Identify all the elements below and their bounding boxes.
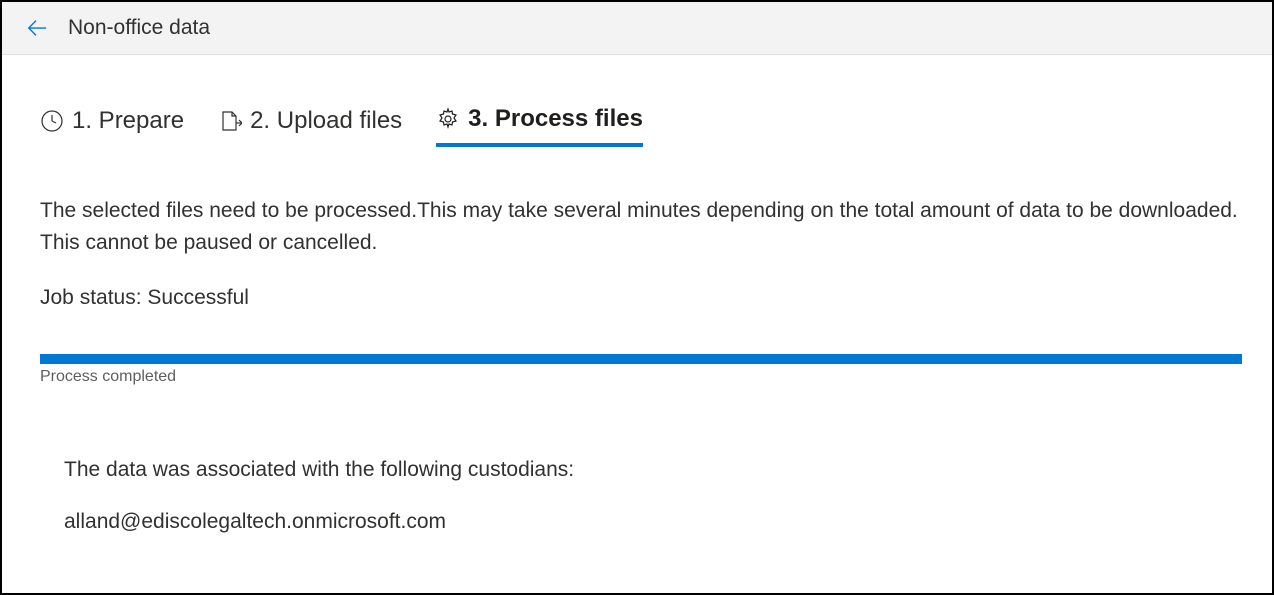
job-status-value: Successful	[147, 286, 249, 309]
panel-header: Non-office data	[2, 2, 1272, 55]
page-title: Non-office data	[68, 16, 210, 40]
progress-bar	[40, 354, 1242, 364]
main-content: 1. Prepare 2. Upload files 3. Process fi…	[2, 55, 1272, 593]
tab-label: 1. Prepare	[72, 107, 184, 135]
custodian-section: The data was associated with the followi…	[40, 458, 1242, 534]
progress-container: Process completed	[40, 354, 1242, 386]
tab-process-files[interactable]: 3. Process files	[436, 105, 643, 147]
tab-upload-files[interactable]: 2. Upload files	[218, 105, 402, 147]
job-status-label: Job status:	[40, 286, 142, 309]
gear-icon	[436, 107, 460, 131]
upload-file-icon	[218, 109, 242, 133]
tab-prepare[interactable]: 1. Prepare	[40, 105, 184, 147]
custodian-email: alland@ediscolegaltech.onmicrosoft.com	[64, 510, 1242, 534]
custodian-intro: The data was associated with the followi…	[64, 458, 1242, 482]
back-arrow-icon[interactable]	[26, 17, 48, 39]
tab-label: 2. Upload files	[250, 107, 402, 135]
job-status: Job status: Successful	[40, 286, 1242, 310]
clock-icon	[40, 109, 64, 133]
tab-label: 3. Process files	[468, 105, 643, 133]
process-description: The selected files need to be processed.…	[40, 195, 1242, 258]
progress-label: Process completed	[40, 368, 1242, 386]
step-tabs: 1. Prepare 2. Upload files 3. Process fi…	[40, 105, 1242, 147]
